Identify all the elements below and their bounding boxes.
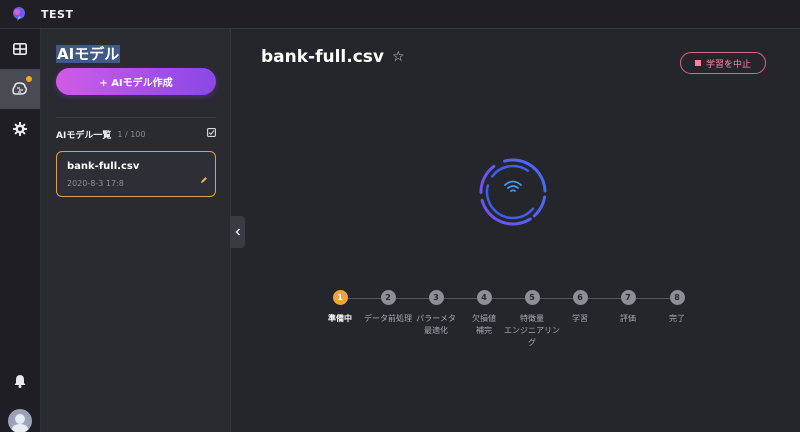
checkbox-icon[interactable] xyxy=(207,128,216,137)
app-title: TEST xyxy=(41,7,74,21)
step-number: 6 xyxy=(572,290,588,305)
panel-title: AIモデル xyxy=(56,45,121,63)
model-list-header: AIモデル一覧 1 / 100 xyxy=(56,127,216,141)
top-bar: TEST xyxy=(0,0,800,29)
left-rail xyxy=(0,29,41,432)
notification-dot xyxy=(26,76,32,82)
step-number: 4 xyxy=(476,290,492,305)
model-list-title: AIモデル一覧 xyxy=(56,130,112,141)
training-steps: 1 準備中 2 データ前処理 3 パラーメタ 最適化 4 欠損値 補完 5 特徴… xyxy=(320,290,700,350)
create-model-button[interactable]: + AIモデル作成 xyxy=(56,68,216,95)
stop-training-label: 学習を中止 xyxy=(705,59,751,70)
stop-training-button[interactable]: 学習を中止 xyxy=(680,52,766,74)
step-number: 1 xyxy=(332,290,348,305)
model-panel: AIモデル + AIモデル作成 AIモデル一覧 1 / 100 bank-ful… xyxy=(41,29,231,432)
pencil-icon[interactable] xyxy=(200,176,208,184)
collapse-panel-button[interactable] xyxy=(231,216,245,248)
step-number: 5 xyxy=(524,290,540,305)
step-number: 7 xyxy=(620,290,636,305)
star-icon[interactable]: ☆ xyxy=(392,49,405,65)
step-8: 8 完了 xyxy=(647,290,707,325)
avatar[interactable] xyxy=(8,409,32,432)
rail-item-settings[interactable] xyxy=(0,109,40,149)
gear-icon xyxy=(13,122,27,136)
dashboard-icon xyxy=(13,43,27,55)
page-title-text: bank-full.csv xyxy=(261,47,384,67)
model-list-count: 1 / 100 xyxy=(117,129,146,139)
rail-item-ai-model[interactable] xyxy=(0,69,40,109)
rail-item-notifications[interactable] xyxy=(0,361,40,401)
step-number: 8 xyxy=(669,290,685,305)
ai-model-icon xyxy=(12,82,28,95)
step-number: 2 xyxy=(380,290,396,305)
divider xyxy=(56,117,216,118)
step-label: 完了 xyxy=(669,314,685,323)
chevron-left-icon xyxy=(235,228,240,236)
model-card[interactable]: bank-full.csv 2020-8-3 17:8 xyxy=(56,151,216,197)
loading-spinner-icon xyxy=(479,158,547,226)
rail-item-dashboard[interactable] xyxy=(0,29,40,69)
app-logo-icon[interactable] xyxy=(12,6,26,22)
stop-icon xyxy=(694,60,701,66)
step-number: 3 xyxy=(428,290,444,305)
page-title: bank-full.csv ☆ xyxy=(261,47,405,67)
model-date: 2020-8-3 17:8 xyxy=(67,179,124,188)
model-name: bank-full.csv xyxy=(67,161,140,172)
bell-icon xyxy=(14,375,26,388)
